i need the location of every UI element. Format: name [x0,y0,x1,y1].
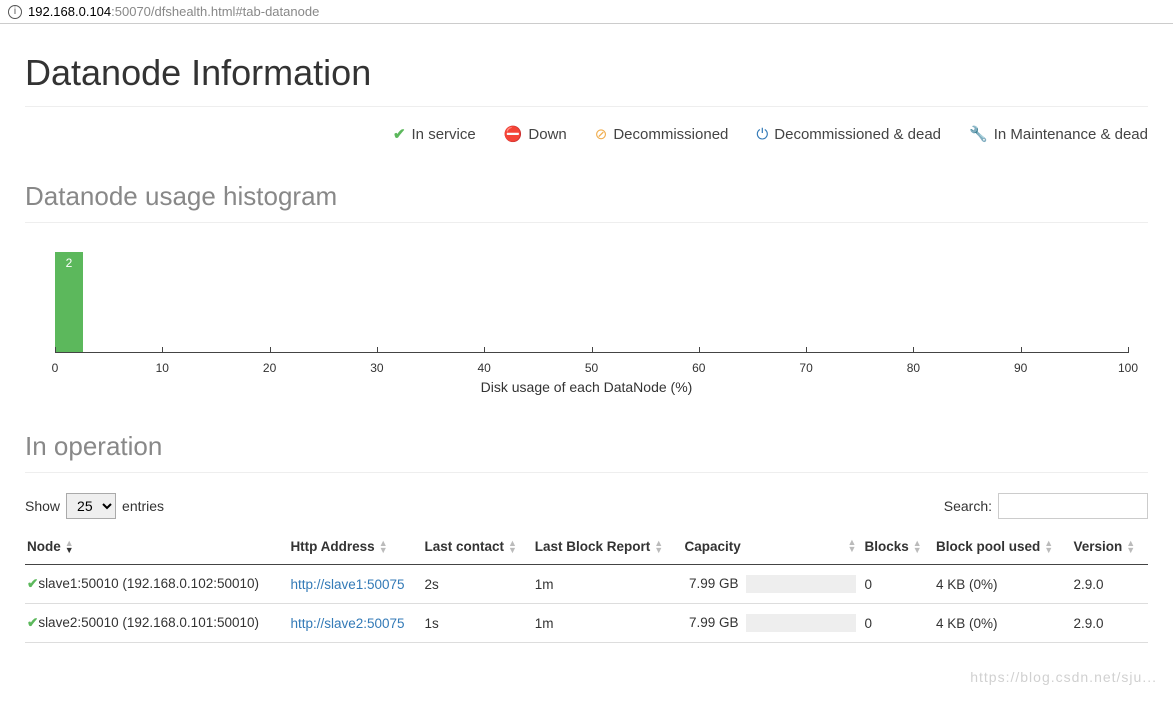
page-size-select[interactable]: 25 [66,493,116,519]
col-last-contact[interactable]: Last contact▲▼ [422,529,532,565]
table-length-control: Show 25 entries [25,493,164,519]
wrench-icon: 🔧 [969,125,988,143]
histogram-bars: 2 [55,243,1128,353]
info-icon: i [8,5,22,19]
capacity-bar [746,614,856,632]
legend-down: ⛔Down [504,125,567,143]
legend-in-service: ✔In service [393,125,476,143]
sort-icon: ▲▼ [1126,540,1135,554]
cell-http: http://slave1:50075 [288,565,422,604]
check-icon: ✔ [27,576,38,591]
tick-label: 20 [263,361,276,375]
check-icon: ✔ [393,125,406,143]
tick-label: 100 [1118,361,1138,375]
histogram-title: Datanode usage histogram [25,181,1148,212]
cell-last-block-report: 1m [533,565,683,604]
divider [25,222,1148,223]
col-capacity[interactable]: Capacity▲▼ [682,529,862,565]
histogram-chart: 2 0 10 20 30 40 50 60 70 80 90 100 Disk usage of e… [25,243,1148,403]
sort-icon: ▲▼ [65,540,74,554]
page-title: Datanode Information [25,52,1148,94]
sort-icon: ▲▼ [654,540,663,554]
table-search-control: Search: [944,493,1148,519]
cell-node: ✔slave2:50010 (192.168.0.101:50010) [25,604,288,643]
in-operation-title: In operation [25,431,1148,462]
tick-label: 40 [478,361,491,375]
tick-label: 0 [52,361,59,375]
tick-label: 50 [585,361,598,375]
tick-label: 70 [799,361,812,375]
tick-label: 30 [370,361,383,375]
search-input[interactable] [998,493,1148,519]
sort-icon: ▲▼ [1044,540,1053,554]
col-bpu[interactable]: Block pool used▲▼ [934,529,1071,565]
tick-label: 90 [1014,361,1027,375]
cell-node: ✔slave1:50010 (192.168.0.102:50010) [25,565,288,604]
tick-label: 80 [907,361,920,375]
watermark: https://blog.csdn.net/sju... [970,669,1157,685]
url-text: 192.168.0.104:50070/dfshealth.html#tab-d… [28,4,319,19]
col-http[interactable]: Http Address▲▼ [288,529,422,565]
cell-last-contact: 1s [422,604,532,643]
cell-blocks: 0 [862,604,934,643]
sort-icon: ▲▼ [508,540,517,554]
histogram-tick-labels: 0102030405060708090100 [55,359,1128,373]
sort-icon: ▲▼ [379,540,388,554]
cell-capacity: 7.99 GB [682,604,862,643]
cell-http: http://slave2:50075 [288,604,422,643]
check-icon: ✔ [27,615,38,630]
legend-decommissioned: ⊘Decommissioned [595,125,729,143]
histogram-bar-0: 2 [55,252,83,352]
col-last-block-report[interactable]: Last Block Report▲▼ [533,529,683,565]
tick-label: 60 [692,361,705,375]
cell-bpu: 4 KB (0%) [934,565,1071,604]
tick-label: 10 [156,361,169,375]
datanode-table: Node▲▼ Http Address▲▼ Last contact▲▼ Las… [25,529,1148,643]
status-legend: ✔In service ⛔Down ⊘Decommissioned ⏻Decom… [25,121,1148,153]
legend-maint-dead: 🔧In Maintenance & dead [969,125,1148,143]
http-link[interactable]: http://slave2:50075 [290,616,404,631]
cell-last-contact: 2s [422,565,532,604]
down-icon: ⛔ [504,125,523,143]
cell-bpu: 4 KB (0%) [934,604,1071,643]
sort-icon: ▲▼ [848,539,857,553]
legend-decom-dead: ⏻Decommissioned & dead [756,126,941,143]
table-row: ✔slave1:50010 (192.168.0.102:50010)http:… [25,565,1148,604]
cell-version: 2.9.0 [1071,604,1148,643]
decommissioned-icon: ⊘ [595,125,608,143]
browser-url-bar[interactable]: i 192.168.0.104:50070/dfshealth.html#tab… [0,0,1173,24]
divider [25,106,1148,107]
cell-version: 2.9.0 [1071,565,1148,604]
cell-capacity: 7.99 GB [682,565,862,604]
col-version[interactable]: Version▲▼ [1071,529,1148,565]
cell-blocks: 0 [862,565,934,604]
divider [25,472,1148,473]
http-link[interactable]: http://slave1:50075 [290,577,404,592]
table-row: ✔slave2:50010 (192.168.0.101:50010)http:… [25,604,1148,643]
power-icon: ⏻ [756,126,768,143]
histogram-xaxis-label: Disk usage of each DataNode (%) [25,379,1148,395]
cell-last-block-report: 1m [533,604,683,643]
col-blocks[interactable]: Blocks▲▼ [862,529,934,565]
sort-icon: ▲▼ [913,540,922,554]
capacity-bar [746,575,856,593]
col-node[interactable]: Node▲▼ [25,529,288,565]
